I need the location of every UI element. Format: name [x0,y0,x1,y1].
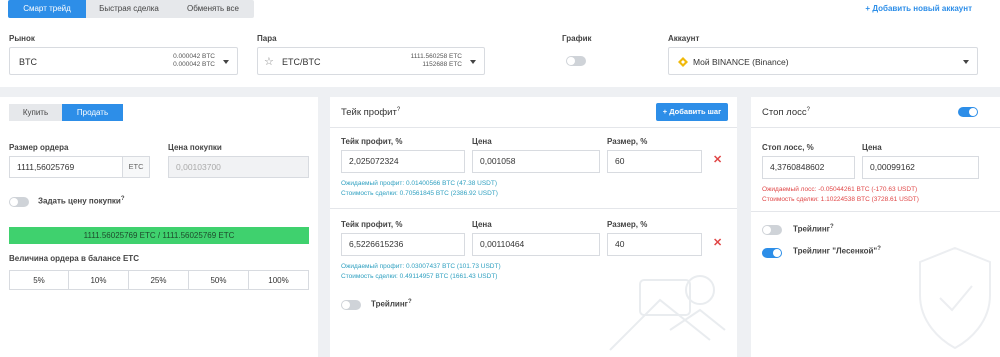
col-sl-price-label: Цена [862,143,882,152]
help-icon: ? [120,196,125,202]
pair-select[interactable]: ☆ ETC/BTC 1111.560258 ETC 1152688 ETC [257,47,485,75]
help-icon: ? [396,107,401,113]
market-price-2: 0.000042 BTC [173,61,215,68]
market-value: BTC [19,57,37,67]
set-buy-price-label: Задать цену покупки? [38,196,125,206]
close-icon[interactable]: ✕ [713,236,722,249]
divider [751,127,1000,128]
add-account-link[interactable]: + Добавить новый аккаунт [865,4,972,13]
account-value: Мой BINANCE (Binance) [693,57,789,67]
tab-exchange-all[interactable]: Обменять все [172,0,254,18]
expected-profit-2: Ожидаемый профит: 0.03007437 BTC (101.73… [341,263,501,270]
pair-value: ETC/BTC [282,57,321,67]
help-icon: ? [830,224,834,230]
expected-profit-1: Ожидаемый профит: 0.01400566 BTC (47.38 … [341,180,497,187]
market-price-1: 0.000042 BTC [173,53,215,60]
price-input-1[interactable]: 0,001058 [472,150,600,173]
col-take-profit-label: Тейк профит, % [341,220,403,229]
divider [330,127,737,128]
market-select[interactable]: BTC 0.000042 BTC 0.000042 BTC [9,47,238,75]
pair-price-1: 1111.560258 ETC [410,53,462,60]
deal-cost-1: Стоимость сделки: 0.70561845 BTC (2386.9… [341,190,498,197]
percent-100-button[interactable]: 100% [249,270,309,290]
col-price-label: Цена [472,220,492,229]
stop-loss-title: Стоп лосс? [762,107,810,119]
sl-trailing-toggle[interactable] [762,225,782,235]
order-size-input[interactable]: 1111,56025769 [9,156,123,178]
set-buy-price-toggle[interactable] [9,197,29,207]
take-profit-input-2[interactable]: 6,5226615236 [341,233,465,256]
account-label: Аккаунт [668,34,700,43]
caret-down-icon [470,60,476,64]
star-icon[interactable]: ☆ [264,55,274,68]
close-icon[interactable]: ✕ [713,153,722,166]
market-label: Рынок [9,34,35,43]
take-profit-input-1[interactable]: 2,025072324 [341,150,465,173]
buy-price-input[interactable]: 0,00103700 [168,156,309,178]
help-icon: ? [877,246,881,252]
balance-label: Величина ордера в балансе ETC [9,254,139,263]
col-price-label: Цена [472,137,492,146]
pair-label: Пара [257,34,277,43]
trailing-ladder-label: Трейлинг "Лесенкой"? [793,246,881,256]
size-input-2[interactable]: 40 [607,233,702,256]
size-input-1[interactable]: 60 [607,150,702,173]
tab-smart-trade[interactable]: Смарт трейд [8,0,86,18]
expected-loss: Ожидаемый лосс: -0.05044261 BTC (-170.63… [762,186,918,193]
trailing-ladder-toggle[interactable] [762,248,782,258]
sl-trailing-label: Трейлинг? [793,224,834,234]
sl-deal-cost: Стоимость сделки: 1.10224538 BTC (3728.6… [762,196,919,203]
decorative-illustration [609,275,726,351]
caret-down-icon [223,60,229,64]
col-size-label: Размер, % [607,137,648,146]
tp-trailing-toggle[interactable] [341,300,361,310]
col-take-profit-label: Тейк профит, % [341,137,403,146]
percent-50-button[interactable]: 50% [189,270,249,290]
order-size-unit: ETC [122,156,150,178]
account-select[interactable]: Мой BINANCE (Binance) [668,47,978,75]
decorative-shield [919,246,991,350]
percent-5-button[interactable]: 5% [9,270,69,290]
chart-label: График [562,34,592,43]
deal-cost-2: Стоимость сделки: 0.49114957 BTC (1661.4… [341,273,498,280]
stop-loss-input[interactable]: 4,3760848602 [762,156,855,179]
divider [330,208,737,209]
tp-trailing-label: Трейлинг? [371,299,412,309]
sell-tab[interactable]: Продать [62,104,123,121]
stop-loss-price-input[interactable]: 0,00099162 [862,156,979,179]
percent-25-button[interactable]: 25% [129,270,189,290]
tab-quick-deal[interactable]: Быстрая сделка [86,0,172,18]
col-stop-loss-label: Стоп лосс, % [762,143,814,152]
chart-toggle[interactable] [566,56,586,66]
order-size-label: Размер ордера [9,143,69,152]
col-size-label: Размер, % [607,220,648,229]
help-icon: ? [806,107,810,113]
stop-loss-toggle[interactable] [958,107,978,117]
caret-down-icon [963,60,969,64]
buy-tab[interactable]: Купить [9,104,62,121]
price-input-2[interactable]: 0,00110464 [472,233,600,256]
binance-icon [678,57,688,67]
top-panel: Смарт трейд Быстрая сделка Обменять все … [0,0,1000,87]
percent-10-button[interactable]: 10% [69,270,129,290]
help-icon: ? [408,299,412,305]
add-step-button[interactable]: + Добавить шаг [656,103,728,121]
buy-price-label: Цена покупки [168,143,222,152]
take-profit-title: Тейк профит? [341,107,401,119]
balance-bar: 1111.56025769 ETC / 1111.56025769 ETC [9,227,309,244]
pair-price-2: 1152688 ETC [422,61,462,68]
divider [751,211,1000,212]
